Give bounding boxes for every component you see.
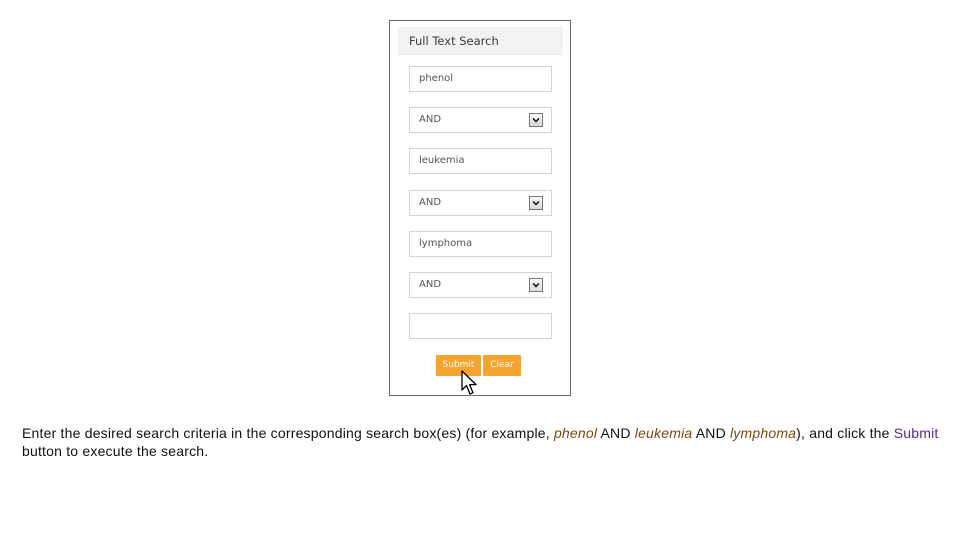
instructions-part1: Enter the desired search criteria in the… [22, 425, 554, 441]
example-term-phenol: phenol [553, 425, 598, 441]
search-input-1[interactable]: phenol [409, 66, 552, 92]
search-input-4[interactable] [409, 313, 552, 339]
instructions-and-2: AND [692, 425, 730, 441]
operator-select-2[interactable]: AND [409, 190, 552, 216]
search-input-3[interactable]: lymphoma [409, 231, 552, 257]
operator-select-1-value: AND [419, 114, 442, 125]
instructions-part2: ), and click the [796, 425, 894, 441]
instructions-and-1: AND [597, 425, 635, 441]
example-term-leukemia: leukemia [634, 425, 693, 441]
operator-select-2-value: AND [419, 197, 442, 208]
clear-button[interactable]: Clear [483, 355, 521, 376]
full-text-search-panel: Full Text Search phenol AND leukemia AND… [389, 20, 571, 396]
panel-title: Full Text Search [398, 27, 563, 55]
operator-select-3[interactable]: AND [409, 272, 552, 298]
chevron-down-icon[interactable] [529, 196, 543, 210]
mouse-pointer-icon [461, 370, 479, 401]
example-term-lymphoma: lymphoma [729, 425, 797, 441]
instructions-submit-word: Submit [893, 425, 939, 441]
chevron-down-icon[interactable] [529, 278, 543, 292]
operator-select-1[interactable]: AND [409, 107, 552, 133]
instructions-part3: button to execute the search. [22, 443, 209, 459]
instructions-text: Enter the desired search criteria in the… [22, 424, 942, 460]
operator-select-3-value: AND [419, 279, 442, 290]
chevron-down-icon[interactable] [529, 113, 543, 127]
search-input-2[interactable]: leukemia [409, 148, 552, 174]
